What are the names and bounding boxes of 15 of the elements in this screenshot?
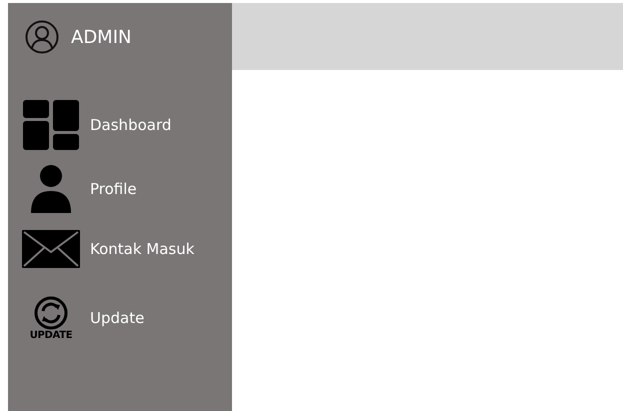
nav-item[interactable]: UPDATE Update xyxy=(8,287,232,349)
icon-caption: UPDATE xyxy=(30,330,72,340)
user-name: ADMIN xyxy=(71,26,132,48)
person-icon xyxy=(31,165,71,213)
refresh-icon xyxy=(34,296,68,330)
nav-label: Profile xyxy=(90,180,137,198)
nav-label: Dashboard xyxy=(90,116,172,134)
nav-item[interactable]: Profile xyxy=(8,163,232,215)
nav-item[interactable]: Kontak Masuk xyxy=(8,227,232,271)
nav-label: Kontak Masuk xyxy=(90,240,194,258)
envelope-icon xyxy=(22,230,80,268)
nav-label: Update xyxy=(90,309,144,327)
nav-item[interactable]: Dashboard xyxy=(8,99,232,151)
user-icon xyxy=(25,20,59,54)
grid-icon xyxy=(23,100,79,150)
